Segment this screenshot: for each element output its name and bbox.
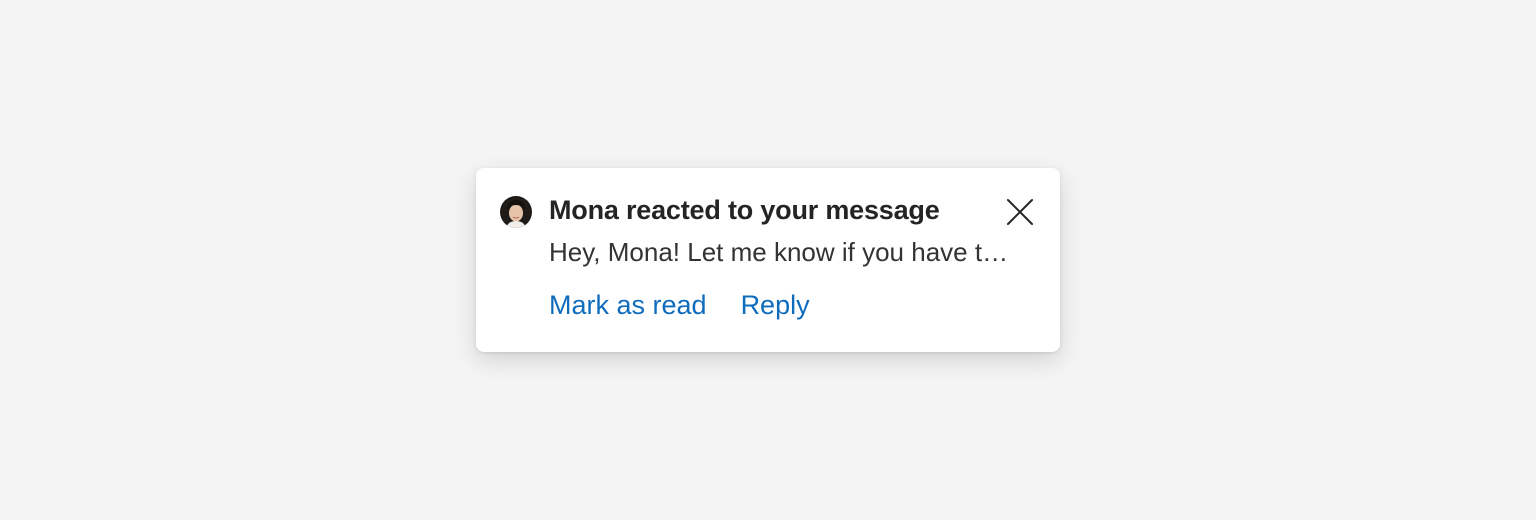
notification-message: Hey, Mona! Let me know if you have t… [549, 237, 1009, 267]
avatar-photo-icon [500, 196, 532, 228]
notification-toast: Mona reacted to your message Hey, Mona! … [476, 168, 1060, 352]
close-button[interactable] [1000, 192, 1040, 232]
notification-actions: Mark as read Reply [549, 290, 810, 321]
mark-as-read-link[interactable]: Mark as read [549, 290, 707, 321]
reply-link[interactable]: Reply [741, 290, 810, 321]
close-icon [1007, 199, 1033, 225]
avatar [500, 196, 532, 228]
notification-title: Mona reacted to your message [549, 195, 940, 225]
